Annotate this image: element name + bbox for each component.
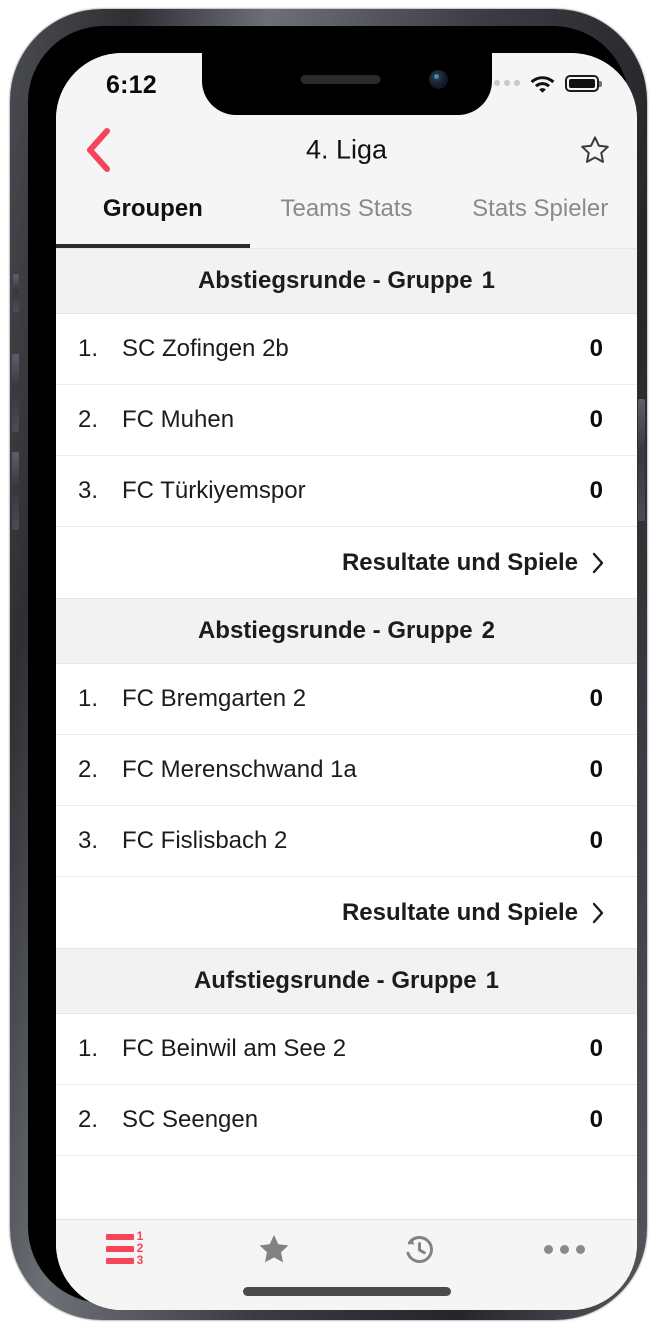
ranking-number: 3 [136, 1253, 144, 1267]
table-row[interactable]: 1. FC Bremgarten 2 0 [56, 664, 637, 735]
standings-list[interactable]: Abstiegsrunde - Gruppe 1 1. SC Zofingen 2… [56, 248, 637, 1220]
tab-teams-stats[interactable]: Teams Stats [250, 185, 444, 248]
team-name: SC Zofingen 2b [122, 335, 289, 362]
bottom-tab-bar: 1 2 3 [56, 1219, 637, 1310]
favorite-button[interactable] [571, 126, 619, 174]
phone-bezel: 6:12 4. Liga Groupen Teams Stats Stats S… [28, 26, 637, 1310]
mute-switch-button[interactable] [13, 274, 19, 312]
team-rank: 2. [78, 406, 99, 433]
results-link-label: Resultate und Spiele [341, 548, 578, 576]
tab-label: Teams Stats [280, 195, 413, 222]
chevron-right-icon [591, 551, 605, 575]
team-name: FC Fislisbach 2 [122, 827, 288, 854]
group-title: Abstiegsrunde - Gruppe [197, 617, 473, 644]
team-points: 0 [589, 756, 603, 783]
group-header-label: Abstiegsrunde - Gruppe 1 [198, 267, 495, 295]
battery-full-icon [565, 74, 602, 92]
table-row[interactable]: 2. SC Seengen 0 [56, 1085, 637, 1156]
group-header: Aufstiegsrunde - Gruppe 1 [56, 948, 637, 1014]
team-points: 0 [589, 1035, 603, 1062]
bottom-tab-history[interactable] [347, 1220, 492, 1278]
status-bar-time: 6:12 [106, 71, 157, 99]
nav-bar: 4. Liga [56, 115, 637, 185]
table-row[interactable]: 2. FC Merenschwand 1a 0 [56, 735, 637, 806]
team-rank: 3. [78, 477, 99, 504]
ranking-number: 2 [136, 1241, 144, 1255]
front-camera-icon [428, 70, 448, 89]
table-row[interactable]: 1. FC Beinwil am See 2 0 [56, 1014, 637, 1085]
team-name: FC Beinwil am See 2 [122, 1035, 347, 1062]
table-row[interactable]: 1. SC Zofingen 2b 0 [56, 314, 637, 385]
group-title: Aufstiegsrunde - Gruppe [193, 967, 477, 994]
team-name: FC Merenschwand 1a [122, 756, 357, 783]
star-filled-icon [259, 1234, 289, 1263]
team-points: 0 [589, 335, 603, 362]
group-header-label: Aufstiegsrunde - Gruppe 1 [194, 967, 499, 995]
ranking-number: 1 [136, 1229, 144, 1243]
team-rank: 3. [78, 827, 99, 854]
results-and-games-link[interactable]: Resultate und Spiele [56, 877, 637, 948]
team-name: FC Muhen [122, 406, 235, 433]
more-dots-icon [543, 1244, 585, 1254]
table-row[interactable]: 3. FC Fislisbach 2 0 [56, 806, 637, 877]
power-button[interactable] [638, 399, 645, 521]
bottom-tab-favorites[interactable] [201, 1220, 346, 1278]
team-rank: 2. [78, 1106, 99, 1133]
team-points: 0 [589, 477, 603, 504]
team-name: FC Türkiyemspor [122, 477, 306, 504]
earpiece-speaker [300, 75, 381, 84]
table-row[interactable]: 2. FC Muhen 0 [56, 385, 637, 456]
group-header: Abstiegsrunde - Gruppe 2 [56, 598, 637, 664]
team-rank: 1. [78, 335, 99, 362]
notch [201, 53, 492, 115]
tab-stats-spieler[interactable]: Stats Spieler [443, 185, 637, 248]
team-points: 0 [589, 406, 603, 433]
chevron-right-icon [591, 901, 605, 925]
results-and-games-link[interactable]: Resultate und Spiele [56, 527, 637, 598]
tab-groupen[interactable]: Groupen [56, 185, 250, 248]
phone-screen: 6:12 4. Liga Groupen Teams Stats Stats S… [56, 53, 637, 1310]
volume-up-button[interactable] [12, 354, 19, 432]
group-number: 1 [485, 967, 500, 994]
home-indicator[interactable] [242, 1287, 451, 1296]
team-points: 0 [589, 685, 603, 712]
group-title: Abstiegsrunde - Gruppe [197, 267, 473, 294]
team-rank: 2. [78, 756, 99, 783]
history-clock-icon [406, 1235, 433, 1263]
results-link-label: Resultate und Spiele [341, 898, 578, 926]
team-points: 0 [589, 827, 603, 854]
team-points: 0 [589, 1106, 603, 1133]
group-header: Abstiegsrunde - Gruppe 1 [56, 248, 637, 314]
tab-label: Groupen [102, 195, 203, 222]
bottom-tab-more[interactable] [492, 1220, 637, 1278]
team-rank: 1. [78, 685, 99, 712]
status-bar-indicators [484, 73, 602, 93]
phone-frame: 6:12 4. Liga Groupen Teams Stats Stats S… [10, 9, 647, 1320]
page-title: 4. Liga [305, 134, 388, 165]
group-header-label: Abstiegsrunde - Gruppe 2 [198, 617, 495, 645]
group-number: 1 [481, 267, 496, 294]
tab-label: Stats Spieler [472, 195, 609, 222]
wifi-icon [530, 76, 555, 93]
bottom-tab-rankings[interactable]: 1 2 3 [56, 1220, 201, 1278]
screenshot-stage: 6:12 4. Liga Groupen Teams Stats Stats S… [0, 0, 657, 1329]
ranking-list-icon: 1 2 3 [105, 1229, 152, 1267]
star-outline-icon [581, 136, 609, 163]
top-tab-bar: Groupen Teams Stats Stats Spieler [56, 185, 637, 248]
team-name: SC Seengen [122, 1106, 259, 1133]
table-row[interactable]: 3. FC Türkiyemspor 0 [56, 456, 637, 527]
group-number: 2 [481, 617, 496, 644]
volume-down-button[interactable] [12, 452, 19, 530]
team-name: FC Bremgarten 2 [122, 685, 307, 712]
team-rank: 1. [78, 1035, 99, 1062]
